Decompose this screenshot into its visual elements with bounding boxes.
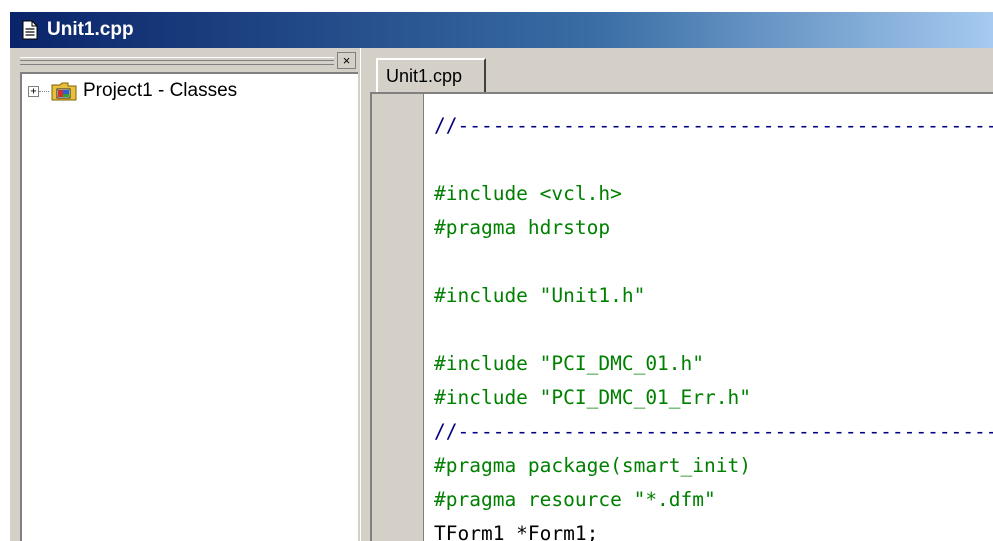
expand-icon[interactable]: +	[28, 85, 39, 97]
document-icon	[19, 18, 41, 42]
code-line[interactable]: //--------------------------------------…	[434, 109, 993, 143]
code-line[interactable]: #include <vcl.h>	[434, 177, 993, 211]
window-title: Unit1.cpp	[47, 19, 134, 40]
tree-item-label: Project1 - Classes	[83, 80, 238, 101]
tree-item-project-classes[interactable]: + Project1 - Classes	[28, 80, 237, 102]
panel-splitter[interactable]	[360, 48, 370, 541]
code-line[interactable]	[434, 143, 993, 177]
code-editor: Unit1.cpp //----------------------------…	[370, 48, 993, 541]
tree-connector	[39, 90, 49, 92]
code-line[interactable]	[434, 245, 993, 279]
code-line[interactable]: #pragma resource "*.dfm"	[434, 483, 993, 517]
panel-close-button[interactable]: ×	[337, 52, 356, 69]
code-line[interactable]: #include "PCI_DMC_01_Err.h"	[434, 381, 993, 415]
class-explorer-panel: × + Project1 - Classes	[10, 48, 360, 541]
ide-window: Unit1.cpp × + Project1 - Classes Unit1.c…	[10, 12, 993, 541]
folder-classes-icon	[51, 81, 77, 101]
code-frame[interactable]: //--------------------------------------…	[370, 92, 993, 541]
code-line[interactable]: TForm1 *Form1;	[434, 517, 993, 541]
code-line[interactable]: #pragma package(smart_init)	[434, 449, 993, 483]
tab-unit1-cpp[interactable]: Unit1.cpp	[376, 58, 486, 92]
code-line[interactable]	[434, 313, 993, 347]
code-line[interactable]: #include "PCI_DMC_01.h"	[434, 347, 993, 381]
code-line[interactable]: //--------------------------------------…	[434, 415, 993, 449]
code-line[interactable]: #pragma hdrstop	[434, 211, 993, 245]
panel-grip[interactable]	[20, 57, 334, 65]
code-text[interactable]: //--------------------------------------…	[434, 109, 993, 541]
code-line[interactable]: #include "Unit1.h"	[434, 279, 993, 313]
editor-gutter[interactable]	[372, 94, 424, 541]
class-tree[interactable]: + Project1 - Classes	[20, 72, 358, 541]
title-bar[interactable]: Unit1.cpp	[10, 12, 993, 48]
